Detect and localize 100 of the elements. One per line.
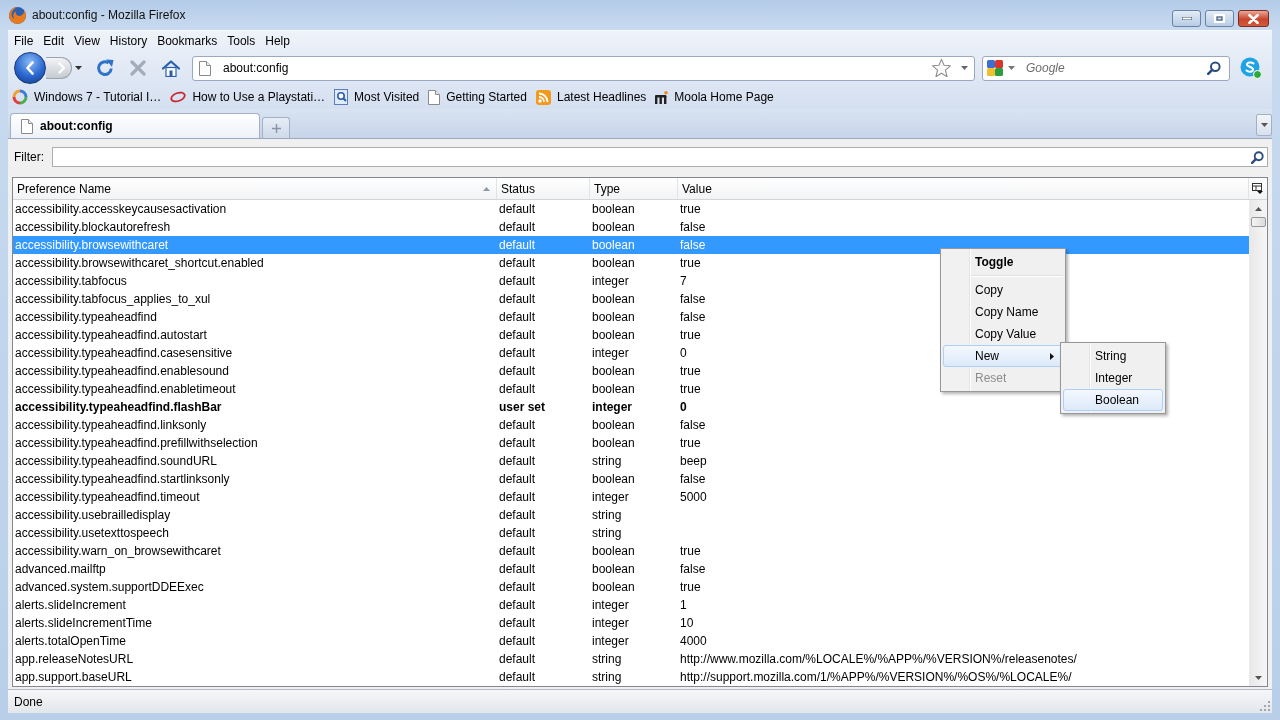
table-cell-text: boolean: [591, 417, 636, 434]
segmented-ring-icon: [12, 89, 28, 105]
table-cell-text: default: [498, 525, 537, 542]
table-cell-text: string: [591, 507, 623, 524]
table-cell-text: app.releaseNotesURL: [14, 651, 135, 668]
search-icon[interactable]: [1251, 150, 1264, 164]
table-cell-text: integer: [591, 273, 630, 290]
table-cell-text: boolean: [591, 435, 636, 452]
table-cell-text: accessibility.accesskeycausesactivation: [14, 201, 228, 218]
maximize-button[interactable]: [1205, 10, 1234, 27]
app-logo-icon[interactable]: [1240, 57, 1262, 79]
menu-item[interactable]: Copy: [943, 279, 1063, 301]
menu-item[interactable]: Boolean: [1063, 389, 1163, 411]
new-tab-button[interactable]: [262, 117, 290, 138]
back-button[interactable]: [14, 52, 46, 84]
search-field[interactable]: Google: [982, 55, 1230, 81]
menu-item[interactable]: Copy Value: [943, 323, 1063, 345]
menu-item[interactable]: File: [14, 34, 34, 48]
table-cell-text: 1: [679, 597, 688, 614]
column-header[interactable]: Preference Name: [13, 178, 497, 199]
table-cell-text: boolean: [591, 561, 636, 578]
dropdown-caret-icon[interactable]: [961, 66, 968, 70]
bookmark-item[interactable]: Windows 7 - Tutorial I…: [12, 89, 162, 105]
bookmark-item[interactable]: How to Use a Playstati…: [170, 90, 326, 104]
table-cell-text: default: [498, 633, 537, 650]
menu-item[interactable]: Bookmarks: [157, 34, 218, 48]
menu-item[interactable]: String: [1063, 345, 1163, 367]
table-cell-text: string: [591, 651, 623, 668]
table-cell-text: string: [591, 525, 623, 542]
bookmark-item[interactable]: Getting Started: [428, 89, 527, 105]
table-cell-text: accessibility.typeaheadfind.autostart: [14, 327, 208, 344]
table-cell-text: true: [679, 435, 702, 452]
tab[interactable]: about:config: [10, 113, 260, 138]
table-cell-text: 0: [679, 399, 688, 416]
menu-item[interactable]: Toggle: [943, 251, 1063, 273]
bookmark-item[interactable]: Latest Headlines: [535, 89, 647, 105]
menu-item[interactable]: Copy Name: [943, 301, 1063, 323]
star-icon[interactable]: [932, 59, 951, 77]
table-cell-text: alerts.totalOpenTime: [14, 633, 127, 650]
table-cell-text: string: [591, 669, 623, 686]
dropdown-caret-icon[interactable]: [75, 66, 82, 70]
filter-field[interactable]: [52, 147, 1268, 167]
page-search-icon: [334, 89, 349, 105]
resize-grip-icon[interactable]: [1260, 701, 1270, 711]
menu-item[interactable]: Tools: [227, 34, 256, 48]
page-icon: [21, 118, 33, 134]
table-cell-text: true: [679, 579, 702, 596]
home-icon[interactable]: [162, 59, 180, 77]
reload-icon[interactable]: [96, 59, 114, 77]
menu-item[interactable]: View: [74, 34, 100, 48]
table-cell-text: accessibility.typeaheadfind.startlinksonly: [14, 471, 231, 488]
column-picker-icon[interactable]: [1252, 183, 1263, 194]
window-title: about:config - Mozilla Firefox: [32, 8, 187, 22]
table-cell-text: boolean: [591, 219, 636, 236]
table-cell-text: integer: [591, 399, 633, 416]
table-cell-text: 10: [679, 615, 695, 632]
table-cell-text: default: [498, 579, 537, 596]
scroll-up-icon[interactable]: [1255, 206, 1262, 211]
table-cell-text: false: [679, 309, 707, 326]
table-cell-text: false: [679, 417, 707, 434]
column-header[interactable]: Value: [678, 178, 1249, 199]
menu-item[interactable]: Help: [265, 34, 290, 48]
table-cell-text: default: [498, 453, 537, 470]
scrollbar[interactable]: [1249, 200, 1267, 686]
table-cell-text: default: [498, 615, 537, 632]
menu-item[interactable]: Edit: [43, 34, 65, 48]
table-cell-text: 7: [679, 273, 688, 290]
table-cell-text: integer: [591, 633, 630, 650]
table-cell-text: default: [498, 435, 537, 452]
table-cell-text: false: [679, 561, 707, 578]
table-cell-text: true: [679, 327, 702, 344]
table-cell-text: app.support.baseURL: [14, 669, 133, 686]
bookmark-item[interactable]: Most Visited: [334, 89, 420, 105]
table-cell-text: false: [679, 219, 707, 236]
dropdown-caret-icon[interactable]: [1008, 66, 1015, 70]
table-cell-text: default: [498, 291, 537, 308]
scrollbar-thumb[interactable]: [1251, 217, 1266, 227]
table-cell-text: beep: [679, 453, 708, 470]
tab-list-button[interactable]: [1256, 114, 1272, 136]
address-field[interactable]: about:config: [192, 55, 975, 81]
minimize-button[interactable]: [1172, 10, 1201, 27]
search-icon[interactable]: [1207, 61, 1221, 75]
table-cell-text: accessibility.browsewithcaret_shortcut.enabled: [14, 255, 265, 272]
table-cell: default: [497, 236, 590, 254]
bookmark-item[interactable]: Moola Home Page: [655, 90, 774, 104]
page-icon: [199, 60, 211, 76]
column-header[interactable]: Type: [590, 178, 678, 199]
column-header[interactable]: Status: [497, 178, 590, 199]
table-cell-text: accessibility.typeaheadfind.timeout: [14, 489, 201, 506]
table-cell-text: default: [498, 363, 537, 380]
table-cell-text: default: [498, 489, 537, 506]
table-cell-text: accessibility.warn_on_browsewithcaret: [14, 543, 222, 560]
close-button[interactable]: [1238, 10, 1269, 27]
menu-item[interactable]: History: [109, 34, 148, 48]
table-cell-text: 4000: [679, 633, 708, 650]
menu-item[interactable]: New: [943, 345, 1063, 367]
page-icon: [428, 89, 441, 105]
menu-item[interactable]: Integer: [1063, 367, 1163, 389]
table-cell-text: default: [498, 471, 537, 488]
scroll-down-icon[interactable]: [1255, 675, 1262, 680]
